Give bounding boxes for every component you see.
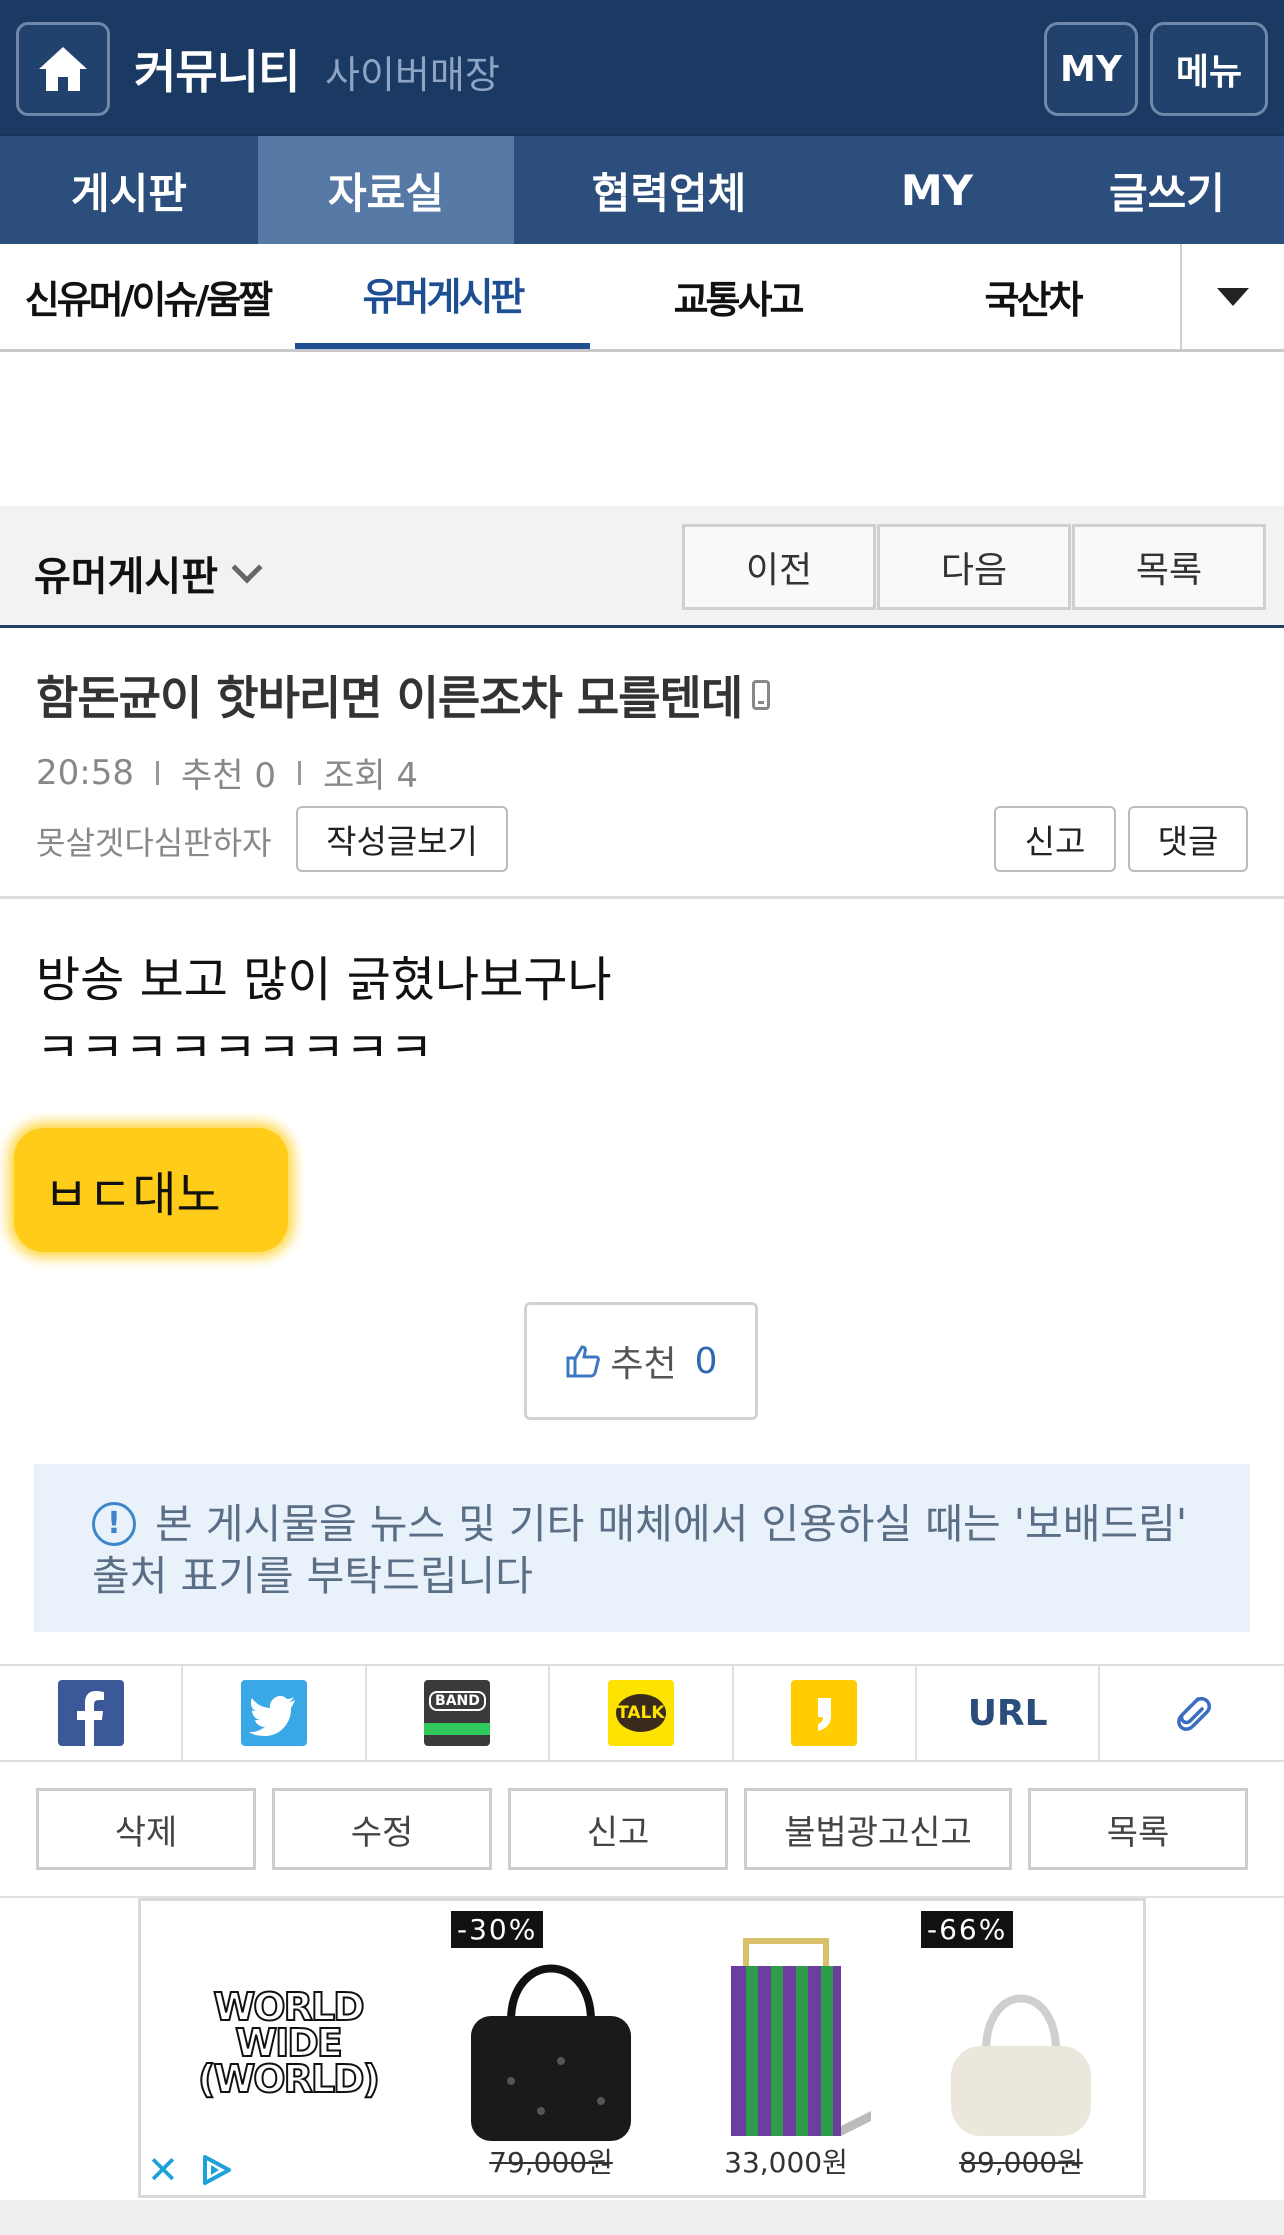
meta-separator — [155, 760, 159, 785]
meta-separator — [297, 760, 301, 785]
band-icon: BAND — [424, 1680, 491, 1746]
post-meta: 20:58 추천 0 조회 4 — [36, 748, 418, 797]
main-nav: 게시판 자료실 협력업체 MY 글쓰기 — [0, 134, 1284, 244]
post-body-line: 방송 보고 많이 긁혔나보구나 — [36, 952, 612, 1008]
board-selector[interactable]: 유머게시판 — [34, 544, 263, 602]
ad-product[interactable]: -30% 79,000원 — [451, 1911, 651, 2191]
menu-button[interactable]: 메뉴 — [1150, 22, 1268, 116]
nav-write[interactable]: 글쓰기 — [1050, 136, 1284, 244]
info-icon: ! — [92, 1502, 136, 1546]
my-button[interactable]: MY — [1044, 22, 1138, 116]
share-kakaotalk-button[interactable]: TALK — [550, 1666, 734, 1760]
home-button[interactable] — [16, 22, 110, 116]
prev-button[interactable]: 이전 — [682, 524, 876, 610]
report-button[interactable]: 신고 — [994, 806, 1116, 872]
ad-banner[interactable]: WORLD WIDE (WORLD) -30% 79,000원 33,000원 … — [138, 1898, 1146, 2198]
post-view-count: 조회 4 — [322, 756, 418, 796]
divider — [0, 896, 1284, 899]
attach-button[interactable] — [1100, 1666, 1283, 1760]
post-title-text: 함돈균이 핫바리면 이른조차 모를텐데 — [36, 671, 743, 725]
share-band-button[interactable]: BAND — [367, 1666, 551, 1760]
ad-price: 79,000원 — [489, 2146, 613, 2179]
ad-price: 33,000원 — [724, 2146, 848, 2179]
sub-tab-humor-board[interactable]: 유머게시판 — [295, 244, 590, 349]
ad-brand-logo: WORLD WIDE (WORLD) — [193, 1985, 383, 2101]
list-button[interactable]: 목록 — [1072, 524, 1266, 610]
share-row: BAND TALK URL — [0, 1664, 1284, 1762]
footer-strip — [0, 2200, 1284, 2235]
twitter-icon — [241, 1680, 308, 1746]
nav-archive[interactable]: 자료실 — [258, 136, 514, 244]
author-row: 못살겟다심판하자 작성글보기 신고 댓글 — [36, 806, 1248, 874]
nav-partners[interactable]: 협력업체 — [514, 136, 824, 244]
discount-badge: -30% — [451, 1911, 544, 1948]
post-time: 20:58 — [36, 752, 134, 793]
delete-button[interactable]: 삭제 — [36, 1788, 256, 1870]
board-name: 유머게시판 — [34, 554, 218, 600]
post-body-line: ㅋㅋㅋㅋㅋㅋㅋㅋㅋ — [36, 1022, 434, 1056]
sub-tab-traffic-accident[interactable]: 교통사고 — [590, 244, 885, 349]
url-label: URL — [967, 1692, 1048, 1734]
ad-brand-line: WIDE — [234, 2021, 344, 2065]
sub-nav: 신유머/이슈/움짤 유머게시판 교통사고 국산차 — [0, 244, 1284, 352]
nav-board[interactable]: 게시판 — [0, 136, 258, 244]
share-url-button[interactable]: URL — [917, 1666, 1101, 1760]
recommend-label: 추천 — [610, 1344, 677, 1385]
comment-button[interactable]: 댓글 — [1128, 806, 1248, 872]
post-title: 함돈균이 핫바리면 이른조차 모를텐데 — [36, 662, 771, 728]
view-author-posts-button[interactable]: 작성글보기 — [296, 806, 508, 872]
ad-close-icon[interactable]: ✕ — [147, 2151, 179, 2189]
discount-badge: -66% — [921, 1911, 1014, 1948]
talk-label: TALK — [615, 1694, 666, 1732]
notice-line: 출처 표기를 부탁드립니다 — [92, 1552, 533, 1600]
kakaostory-icon — [791, 1680, 858, 1746]
recommend-count: 0 — [694, 1340, 718, 1382]
paperclip-icon — [1177, 1697, 1212, 1731]
ad-brand-line: (WORLD) — [197, 2057, 381, 2101]
top-header: 커뮤니티 사이버매장 MY 메뉴 — [0, 0, 1284, 134]
nav-my[interactable]: MY — [824, 136, 1050, 244]
recommend-button[interactable]: 추천 0 — [524, 1302, 758, 1420]
ad-price: 89,000원 — [959, 2146, 1083, 2179]
kakaotalk-icon: TALK — [607, 1680, 674, 1746]
caret-down-icon — [1217, 287, 1249, 306]
band-label: BAND — [429, 1691, 486, 1711]
ad-product[interactable]: 33,000원 — [686, 1911, 886, 2191]
share-twitter-button[interactable] — [183, 1666, 367, 1760]
next-button[interactable]: 다음 — [877, 524, 1071, 610]
mobile-icon — [752, 680, 771, 710]
site-subtitle[interactable]: 사이버매장 — [325, 44, 500, 99]
share-kakaostory-button[interactable] — [734, 1666, 917, 1760]
board-bar: 유머게시판 이전 다음 목록 — [0, 506, 1284, 628]
back-to-list-button[interactable]: 목록 — [1028, 1788, 1248, 1870]
report-post-button[interactable]: 신고 — [508, 1788, 728, 1870]
site-title[interactable]: 커뮤니티 — [134, 36, 300, 102]
ad-choices-icon[interactable] — [199, 2153, 233, 2187]
sub-tab-domestic-car[interactable]: 국산차 — [885, 244, 1180, 349]
edit-button[interactable]: 수정 — [272, 1788, 492, 1870]
report-illegal-ad-button[interactable]: 불법광고신고 — [744, 1788, 1012, 1870]
ad-product[interactable]: -66% 89,000원 — [921, 1911, 1121, 2191]
post-recommend-count: 추천 0 — [180, 756, 276, 796]
ad-brand-line: WORLD — [212, 1985, 365, 2029]
share-facebook-button[interactable] — [0, 1666, 184, 1760]
facebook-icon — [57, 1680, 124, 1746]
notice-line: 본 게시물을 뉴스 및 기타 매체에서 인용하실 때는 '보배드림' — [155, 1500, 1188, 1548]
citation-notice: ! 본 게시물을 뉴스 및 기타 매체에서 인용하실 때는 '보배드림' 출처 … — [34, 1464, 1250, 1632]
sub-nav-expand-button[interactable] — [1180, 244, 1284, 349]
sub-tab-new-humor[interactable]: 신유머/이슈/움짤 — [0, 244, 295, 349]
home-icon — [39, 47, 87, 91]
highlighted-text: ㅂㄷ대노 — [14, 1128, 288, 1252]
thumbs-up-icon — [566, 1345, 601, 1378]
chevron-down-icon — [231, 552, 263, 584]
author-name[interactable]: 못살겟다심판하자 — [36, 818, 272, 864]
